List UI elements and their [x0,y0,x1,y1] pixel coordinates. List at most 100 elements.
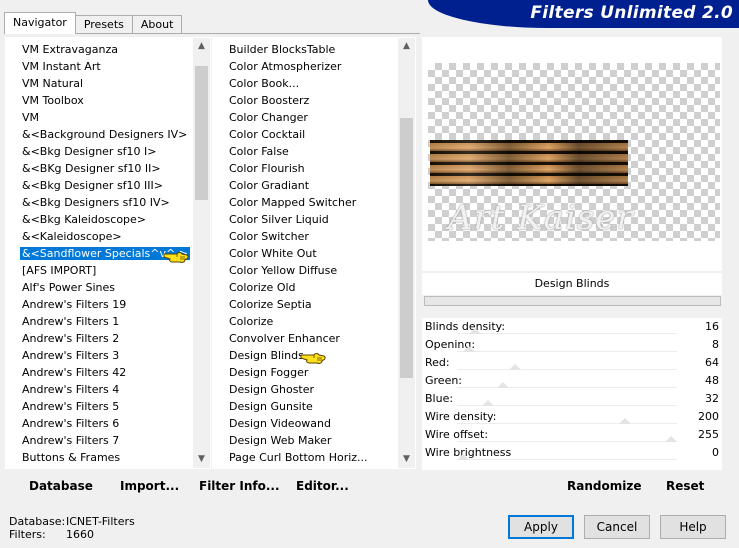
parameter-slider[interactable]: Opening: 8 [422,336,722,354]
reset-button[interactable]: Reset [666,479,704,493]
filter-item[interactable]: Colorize Septia [213,296,398,313]
help-button[interactable]: Help [660,515,726,539]
filter-scrollbar[interactable]: ▲ ▼ [398,38,415,468]
filter-item[interactable]: Color Boosterz [213,92,398,109]
category-item[interactable]: &<Bkg Designer sf10 III> [6,177,193,194]
scroll-down-icon[interactable]: ▼ [193,451,210,468]
slider-knob[interactable] [509,364,521,370]
category-item[interactable]: &<Bkg Kaleidoscope> [6,211,193,228]
category-item[interactable]: &<Bkg Designer sf10 I> [6,143,193,160]
category-item-label: &<BKg Designer sf10 II> [22,162,161,175]
editor-button[interactable]: Editor... [296,479,349,493]
category-item[interactable]: Andrew's Filters 6 [6,415,193,432]
category-item[interactable]: &<BKg Designer sf10 II> [6,160,193,177]
filter-item[interactable]: Design Fogger [213,364,398,381]
slider-track[interactable] [457,387,677,388]
apply-button[interactable]: Apply [508,515,574,539]
parameter-slider[interactable]: Blinds density: 16 [422,318,722,336]
filter-item[interactable]: Color Changer [213,109,398,126]
category-item[interactable]: Color Filters [6,466,193,468]
slider-track[interactable] [457,351,677,352]
scroll-up-icon[interactable]: ▲ [193,38,210,55]
slider-track[interactable] [457,423,677,424]
cancel-button[interactable]: Cancel [584,515,650,539]
filter-scroll-thumb[interactable] [400,118,413,378]
parameter-slider[interactable]: Wire brightness 0 [422,444,722,462]
filter-item[interactable]: Color Atmospherizer [213,58,398,75]
import-button[interactable]: Import... [120,479,179,493]
filter-item[interactable]: Colorize [213,313,398,330]
category-item[interactable]: [AFS IMPORT] [6,262,193,279]
filter-item[interactable]: Color Book... [213,75,398,92]
filter-item[interactable]: Design Ghoster [213,381,398,398]
filter-item[interactable]: Color Switcher [213,228,398,245]
category-item[interactable]: Andrew's Filters 5 [6,398,193,415]
category-item[interactable]: &<Background Designers IV> [6,126,193,143]
category-item-label: &<Bkg Designers sf10 IV> [22,196,170,209]
category-item[interactable]: Andrew's Filters 1 [6,313,193,330]
category-item[interactable]: VM Instant Art [6,58,193,75]
tab-navigator[interactable]: Navigator [4,12,76,34]
filter-item[interactable]: Color White Out [213,245,398,262]
slider-track[interactable] [457,459,677,460]
filter-item[interactable]: Color Silver Liquid [213,211,398,228]
category-item[interactable]: Andrew's Filters 3 [6,347,193,364]
category-item[interactable]: VM Toolbox [6,92,193,109]
parameter-slider[interactable]: Wire offset: 255 [422,426,722,444]
randomize-button[interactable]: Randomize [567,479,641,493]
category-item[interactable]: Andrew's Filters 42 [6,364,193,381]
filter-item[interactable]: Design Gunsite [213,398,398,415]
filter-item[interactable]: Color Mapped Switcher [213,194,398,211]
category-item[interactable]: Buttons & Frames [6,449,193,466]
slider-knob[interactable] [463,346,476,352]
category-item-label: Andrew's Filters 2 [22,332,120,345]
filter-item[interactable]: Page Curl Bottom Vertical [213,466,398,468]
filter-item[interactable]: Page Curl Bottom Horiz... [213,449,398,466]
category-item[interactable]: VM [6,109,193,126]
tab-presets[interactable]: Presets [74,15,133,34]
slider-track[interactable] [457,333,677,334]
filter-item[interactable]: Colorize Old [213,279,398,296]
filter-item[interactable]: Design Web Maker [213,432,398,449]
slider-track[interactable] [457,441,677,442]
slider-knob[interactable] [619,418,632,424]
slider-knob[interactable] [469,328,482,334]
filter-item[interactable]: Color False [213,143,398,160]
parameter-slider[interactable]: Green: 48 [422,372,722,390]
scroll-down-icon[interactable]: ▼ [398,451,415,468]
filter-item[interactable]: Color Yellow Diffuse [213,262,398,279]
filter-item[interactable]: Builder BlocksTable [213,41,398,58]
filter-item[interactable]: Design Videowand [213,415,398,432]
scroll-up-icon[interactable]: ▲ [398,38,415,55]
filter-item-label: Color Cocktail [229,128,306,141]
slider-knob[interactable] [481,400,494,406]
category-item[interactable]: Andrew's Filters 2 [6,330,193,347]
slider-knob[interactable] [457,454,469,460]
category-item[interactable]: VM Natural [6,75,193,92]
slider-knob[interactable] [496,382,509,388]
category-item[interactable]: &<Bkg Designers sf10 IV> [6,194,193,211]
slider-track[interactable] [457,369,677,370]
slider-knob[interactable] [665,436,677,442]
category-scrollbar[interactable]: ▲ ▼ [193,38,210,468]
category-item[interactable]: Andrew's Filters 4 [6,381,193,398]
filter-item[interactable]: Color Cocktail [213,126,398,143]
category-item[interactable]: Alf's Power Sines [6,279,193,296]
filter-info-button[interactable]: Filter Info... [199,479,280,493]
tab-about[interactable]: About [131,15,183,34]
category-item[interactable]: Andrew's Filters 7 [6,432,193,449]
filter-item[interactable]: Convolver Enhancer [213,330,398,347]
filter-item[interactable]: Color Flourish [213,160,398,177]
filter-list[interactable]: Builder BlocksTable Color Atmospherizer Co… [212,37,416,469]
pointing-hand-icon [163,252,189,263]
category-scroll-thumb[interactable] [195,66,208,200]
parameter-slider[interactable]: Red: 64 [422,354,722,372]
category-item[interactable]: Andrew's Filters 19 [6,296,193,313]
parameter-slider[interactable]: Wire density: 200 [422,408,722,426]
parameter-slider[interactable]: Blue: 32 [422,390,722,408]
filter-item-label: Design Blinds [229,349,304,362]
category-item[interactable]: &<Kaleidoscope> [6,228,193,245]
database-button[interactable]: Database [29,479,93,493]
category-item[interactable]: VM Extravaganza [6,41,193,58]
filter-item[interactable]: Color Gradiant [213,177,398,194]
